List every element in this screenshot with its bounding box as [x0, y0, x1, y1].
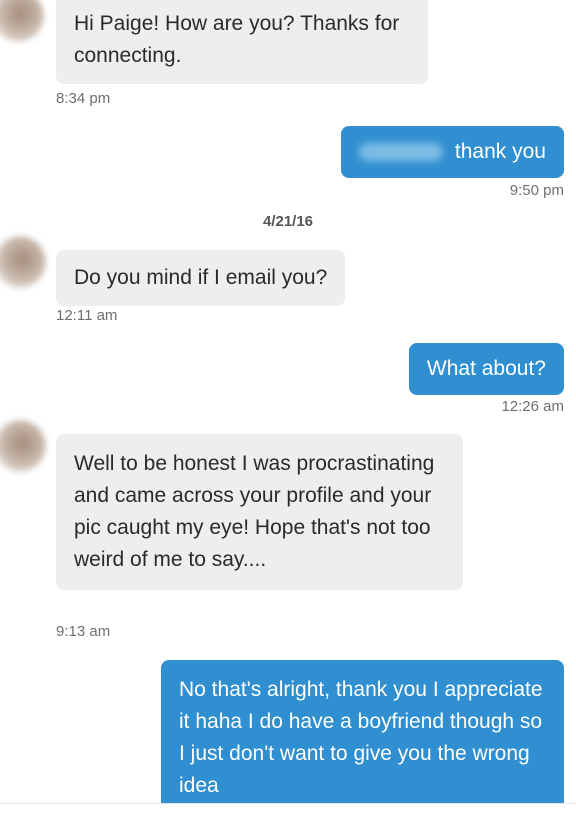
message-bubble-incoming[interactable]: Hi Paige! How are you? Thanks for connec…	[56, 0, 428, 84]
message-thread[interactable]: Hi Paige! How are you? Thanks for connec…	[0, 0, 576, 814]
message-bubble-outgoing[interactable]: No that's alright, thank you I appreciat…	[161, 660, 564, 810]
message-bubble-incoming[interactable]: Well to be honest I was procrastinating …	[56, 434, 463, 590]
bottom-divider	[0, 803, 576, 814]
message-timestamp: 9:50 pm	[509, 182, 564, 199]
message-text: What about?	[426, 357, 546, 380]
message-bubble-incoming[interactable]: Do you mind if I email you?	[56, 250, 346, 306]
contact-avatar-icon[interactable]	[0, 420, 46, 472]
message-text: Well to be honest I was procrastinating …	[74, 452, 435, 571]
message-bubble-outgoing[interactable]: thank you	[340, 126, 564, 178]
blurred-name-redaction	[358, 143, 443, 162]
message-text: thank you	[454, 140, 546, 163]
message-timestamp: 9:13 am	[56, 623, 111, 640]
message-text: Hi Paige! How are you? Thanks for connec…	[74, 12, 400, 67]
message-bubble-outgoing[interactable]: What about?	[408, 343, 564, 395]
contact-avatar-icon[interactable]	[0, 0, 44, 42]
message-text: Do you mind if I email you?	[74, 266, 328, 289]
date-separator: 4/21/16	[262, 213, 314, 230]
message-timestamp: 8:34 pm	[56, 90, 111, 107]
message-timestamp: 12:26 am	[501, 398, 564, 415]
message-timestamp: 12:11 am	[56, 307, 118, 324]
message-text: No that's alright, thank you I appreciat…	[179, 678, 543, 797]
contact-avatar-icon[interactable]	[0, 236, 46, 288]
